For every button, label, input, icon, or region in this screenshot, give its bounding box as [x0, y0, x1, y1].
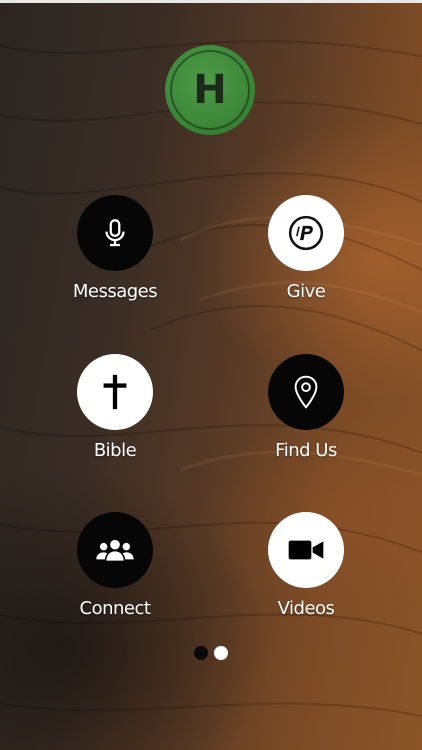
cross-icon: [103, 374, 127, 410]
give-button[interactable]: Give: [246, 195, 366, 315]
connect-label: Connect: [79, 598, 151, 619]
page-dot-2-active[interactable]: [214, 646, 228, 660]
microphone-icon: [105, 219, 125, 247]
page-indicator[interactable]: [194, 646, 230, 660]
messages-icon-circle[interactable]: [77, 195, 153, 271]
videos-button[interactable]: Videos: [246, 512, 366, 632]
videos-icon-circle[interactable]: [268, 512, 344, 588]
connect-icon-circle[interactable]: [77, 512, 153, 588]
map-pin-icon: [294, 375, 318, 409]
find-us-icon-circle[interactable]: [268, 354, 344, 430]
give-icon-circle[interactable]: [268, 195, 344, 271]
group-icon: [96, 539, 134, 561]
home-screen: H Messages Give Bible Find Us Connect Vi…: [0, 0, 422, 750]
logo-letter: H: [193, 67, 227, 113]
bible-button[interactable]: Bible: [55, 354, 175, 474]
church-logo: H: [165, 45, 255, 135]
find-us-button[interactable]: Find Us: [246, 354, 366, 474]
messages-label: Messages: [72, 281, 158, 302]
bible-icon-circle[interactable]: [77, 354, 153, 430]
give-label: Give: [286, 281, 326, 302]
page-dot-1[interactable]: [194, 646, 208, 660]
pushpay-icon: [288, 215, 324, 251]
video-camera-icon: [288, 540, 324, 560]
connect-button[interactable]: Connect: [55, 512, 175, 632]
find-us-label: Find Us: [275, 440, 337, 461]
bible-label: Bible: [93, 440, 137, 461]
status-strip: [0, 0, 422, 3]
messages-button[interactable]: Messages: [55, 195, 175, 315]
videos-label: Videos: [277, 598, 335, 619]
